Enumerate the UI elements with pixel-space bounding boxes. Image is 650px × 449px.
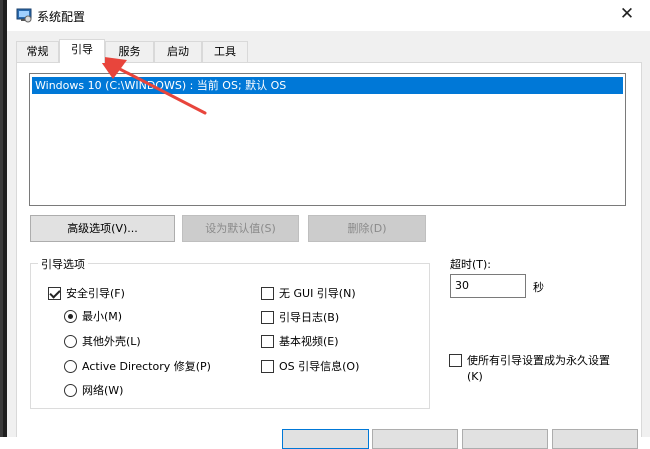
tab-tools[interactable]: 工具 <box>202 41 248 62</box>
boot-os-list[interactable]: Windows 10 (C:\WINDOWS) : 当前 OS; 默认 OS <box>29 73 626 206</box>
radio-selected-icon <box>64 309 77 323</box>
alternate-shell-radio[interactable]: 其他外壳(L) <box>64 333 141 349</box>
delete-button[interactable]: 删除(D) <box>308 215 426 242</box>
minimal-label: 最小(M) <box>82 310 123 323</box>
checkbox-checked-icon <box>48 286 61 300</box>
radio-icon <box>64 383 77 397</box>
advanced-options-button[interactable]: 高级选项(V)... <box>30 215 175 242</box>
close-button[interactable]: ✕ <box>604 0 650 31</box>
base-video-label: 基本视频(E) <box>279 335 339 348</box>
close-icon: ✕ <box>619 4 635 24</box>
help-button[interactable] <box>552 429 638 449</box>
boot-log-checkbox[interactable]: 引导日志(B) <box>261 309 339 325</box>
ad-repair-radio[interactable]: Active Directory 修复(P) <box>64 358 211 374</box>
timeout-input[interactable]: 30 <box>450 274 526 298</box>
alternate-shell-label: 其他外壳(L) <box>82 335 141 348</box>
title-bar: 系统配置 ✕ <box>7 0 650 31</box>
window-title: 系统配置 <box>37 10 86 24</box>
radio-icon <box>64 359 77 373</box>
base-video-checkbox[interactable]: 基本视频(E) <box>261 333 339 349</box>
safe-boot-label: 安全引导(F) <box>66 287 125 300</box>
tab-startup[interactable]: 启动 <box>154 41 202 62</box>
no-gui-label: 无 GUI 引导(N) <box>279 287 356 300</box>
background-strip <box>0 0 7 437</box>
tab-boot[interactable]: 引导 <box>59 39 105 63</box>
no-gui-checkbox[interactable]: 无 GUI 引导(N) <box>261 285 356 301</box>
cancel-button[interactable] <box>372 429 458 449</box>
make-permanent-label-line1: 使所有引导设置成为永久设置 <box>467 354 610 367</box>
os-boot-info-label: OS 引导信息(O) <box>279 360 360 373</box>
timeout-label: 超时(T): <box>450 258 492 271</box>
apply-button[interactable] <box>462 429 548 449</box>
checkbox-icon <box>261 286 274 300</box>
system-config-window: 系统配置 ✕ 常规 引导 服务 启动 工具 Windows 10 (C:\WIN… <box>7 0 650 449</box>
network-label: 网络(W) <box>82 384 124 397</box>
make-permanent-label: 使所有引导设置成为永久设置 (K) <box>467 353 610 385</box>
tab-services[interactable]: 服务 <box>105 41 154 62</box>
ok-button[interactable] <box>282 429 369 449</box>
os-boot-info-checkbox[interactable]: OS 引导信息(O) <box>261 358 359 374</box>
boot-os-item[interactable]: Windows 10 (C:\WINDOWS) : 当前 OS; 默认 OS <box>32 77 623 94</box>
tab-general[interactable]: 常规 <box>16 41 59 62</box>
boot-log-label: 引导日志(B) <box>279 311 340 324</box>
boot-options-label: 引导选项 <box>38 256 88 272</box>
network-radio[interactable]: 网络(W) <box>64 382 123 398</box>
safe-boot-checkbox[interactable]: 安全引导(F) <box>48 285 125 301</box>
timeout-unit: 秒 <box>533 281 544 294</box>
set-default-button[interactable]: 设为默认值(S) <box>182 215 299 242</box>
minimal-radio[interactable]: 最小(M) <box>64 308 122 324</box>
msconfig-icon <box>16 8 32 23</box>
checkbox-icon <box>261 334 274 348</box>
checkbox-icon <box>261 310 274 324</box>
ad-repair-label: Active Directory 修复(P) <box>82 360 211 373</box>
make-permanent-label-line2: (K) <box>467 370 483 383</box>
checkbox-icon <box>261 359 274 373</box>
checkbox-icon <box>449 354 462 367</box>
make-permanent-checkbox[interactable]: 使所有引导设置成为永久设置 (K) <box>449 353 610 385</box>
radio-icon <box>64 334 77 348</box>
